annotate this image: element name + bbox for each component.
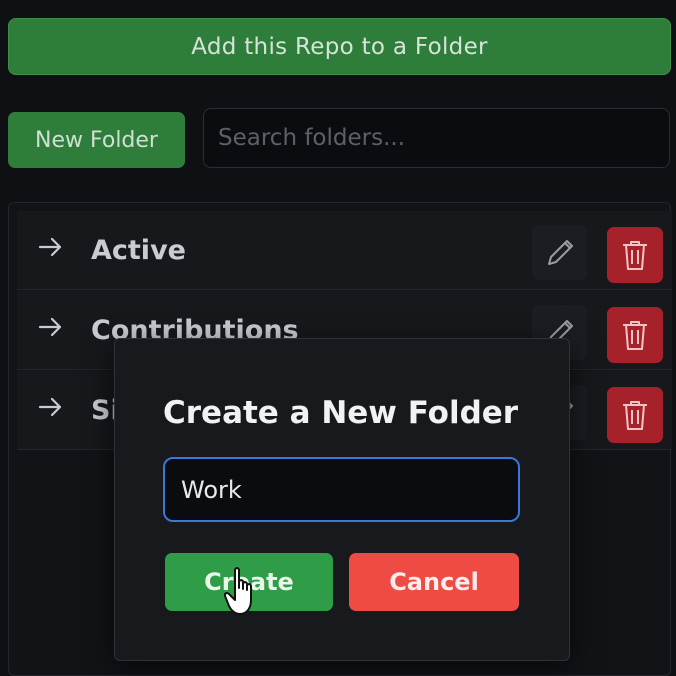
trash-icon	[623, 241, 647, 270]
folder-label: Active	[91, 234, 186, 266]
folder-name-input[interactable]	[163, 457, 520, 522]
arrow-right-icon	[38, 317, 62, 337]
delete-folder-button[interactable]	[607, 307, 663, 363]
cancel-button[interactable]: Cancel	[349, 553, 519, 611]
delete-folder-button[interactable]	[607, 387, 663, 443]
trash-icon	[623, 321, 647, 350]
arrow-right-icon	[38, 397, 62, 417]
arrow-right-icon	[38, 237, 62, 257]
edit-folder-button[interactable]	[532, 225, 587, 280]
trash-icon	[623, 401, 647, 430]
add-repo-to-folder-button[interactable]: Add this Repo to a Folder	[8, 18, 671, 75]
pencil-icon	[547, 239, 573, 265]
modal-title: Create a New Folder	[163, 395, 519, 431]
delete-folder-button[interactable]	[607, 227, 663, 283]
new-folder-button[interactable]: New Folder	[8, 112, 185, 168]
search-folders-input[interactable]	[203, 108, 670, 168]
create-folder-modal: Create a New Folder Create Cancel	[114, 338, 570, 661]
hand-pointer-icon	[224, 567, 252, 615]
folder-row-active[interactable]: Active	[17, 211, 672, 290]
